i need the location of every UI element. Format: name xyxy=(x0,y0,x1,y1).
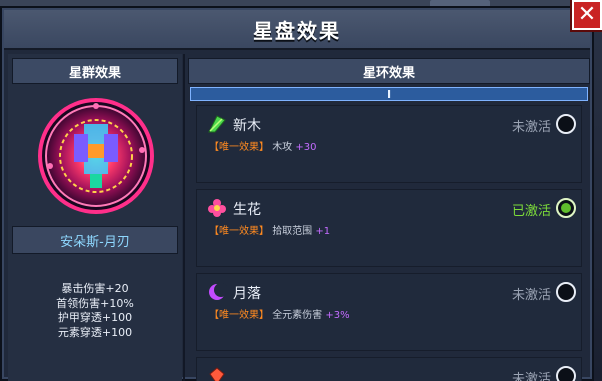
stat-line: 暴击伤害+20 xyxy=(61,282,129,295)
ring-effects-column: 星环效果 I 新木 未激活 【唯一效果】 木攻 +30 生花 已激活 【唯一效果… xyxy=(188,54,590,381)
effect-text: 全元素伤害 xyxy=(272,310,323,321)
ring-effect-entry[interactable]: 生花 已激活 【唯一效果】 拾取范围 +1 xyxy=(196,189,582,267)
effect-bonus: +30 xyxy=(295,142,317,153)
activation-status: 未激活 xyxy=(511,120,551,135)
astrolabe-panel: 星盘效果 星群效果 安朵斯-月刃 暴击伤害+20 首领伤害+10% 护甲穿透+1… xyxy=(0,6,594,381)
activation-status: 已激活 xyxy=(511,204,551,219)
activation-toggle[interactable] xyxy=(556,282,576,302)
ring-effects-header: 星环效果 xyxy=(188,58,590,84)
crescent-moon-icon xyxy=(209,283,227,300)
stat-line: 首领伤害+10% xyxy=(56,296,134,310)
effect-tag: 【唯一效果】 xyxy=(209,142,269,153)
effect-bonus: +3% xyxy=(325,310,350,321)
activation-toggle[interactable] xyxy=(556,366,576,381)
ring-effect-name: 新木 xyxy=(233,118,261,134)
ring-effect-name: 月落 xyxy=(233,286,261,302)
effect-description: 【唯一效果】 木攻 +30 xyxy=(209,138,316,153)
ring-effect-entry[interactable]: 月落 未激活 【唯一效果】 全元素伤害 +3% xyxy=(196,273,582,351)
constellation-effects-header: 星群效果 xyxy=(12,58,178,84)
gem-icon xyxy=(209,367,225,381)
column-divider xyxy=(183,54,185,381)
effect-tag: 【唯一效果】 xyxy=(209,310,269,321)
title-bar: 星盘效果 xyxy=(4,10,590,50)
constellation-effects-column: 星群效果 安朵斯-月刃 暴击伤害+20 首领伤害+10% 护甲穿透+100 元素… xyxy=(8,54,182,381)
activation-status: 未激活 xyxy=(511,288,551,303)
game-screen: 星盘效果 星群效果 安朵斯-月刃 暴击伤害+20 首领伤害+10% 护甲穿透+1… xyxy=(0,0,602,381)
activation-status: 未激活 xyxy=(511,372,551,381)
ring-effect-list: 新木 未激活 【唯一效果】 木攻 +30 生花 已激活 【唯一效果】 拾取范围 … xyxy=(196,105,582,381)
flower-icon xyxy=(208,199,226,217)
panel-title: 星盘效果 xyxy=(253,18,341,43)
constellation-name: 安朵斯-月刃 xyxy=(12,226,178,254)
activation-toggle[interactable] xyxy=(556,198,576,218)
effect-text: 木攻 xyxy=(272,142,293,153)
effect-text: 拾取范围 xyxy=(272,226,313,237)
effect-description: 【唯一效果】 拾取范围 +1 xyxy=(209,222,330,237)
leaf-icon xyxy=(208,115,226,133)
stat-line: 元素穿透+100 xyxy=(57,325,133,339)
effect-description: 【唯一效果】 全元素伤害 +3% xyxy=(209,306,350,321)
ring-effect-entry[interactable]: 新木 未激活 【唯一效果】 木攻 +30 xyxy=(196,105,582,183)
stat-line: 护甲穿透+100 xyxy=(57,311,133,324)
close-icon: ✕ xyxy=(577,2,597,27)
activation-toggle[interactable] xyxy=(556,114,576,134)
effect-tag: 【唯一效果】 xyxy=(209,226,269,237)
close-button[interactable]: ✕ xyxy=(572,0,602,30)
constellation-emblem-icon[interactable] xyxy=(34,94,158,218)
scrollbar[interactable]: I xyxy=(190,87,588,101)
ring-effect-name: 生花 xyxy=(233,202,261,218)
scroll-indicator: I xyxy=(386,87,392,101)
effect-bonus: +1 xyxy=(315,226,331,237)
constellation-stats: 暴击伤害+20 首领伤害+10% 护甲穿透+100 元素穿透+100 xyxy=(8,282,182,340)
ring-effect-entry[interactable]: 未激活 xyxy=(196,357,582,381)
